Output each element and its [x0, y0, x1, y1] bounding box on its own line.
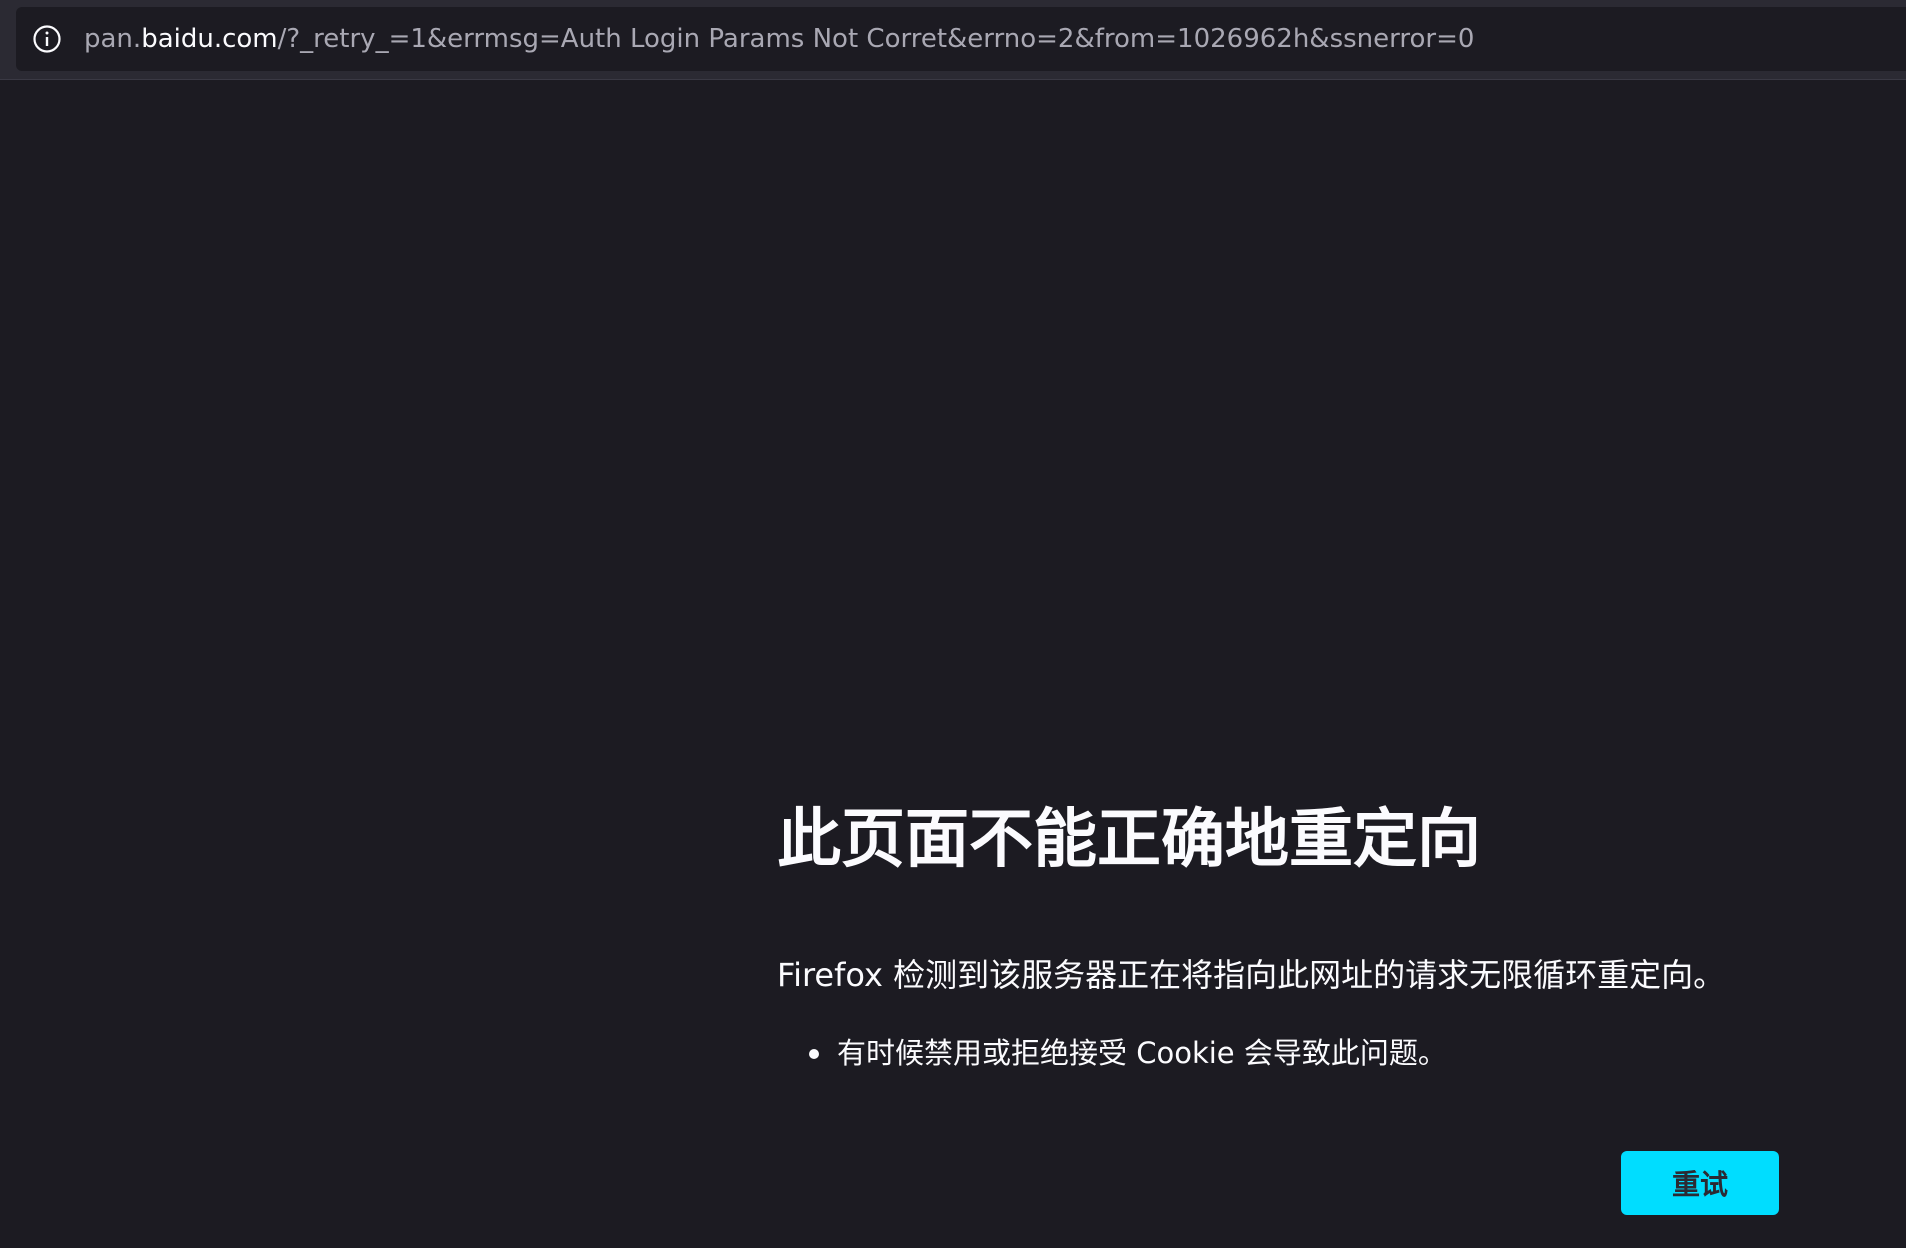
url-prefix: pan. [84, 24, 142, 54]
list-item: 有时候禁用或拒绝接受 Cookie 会导致此问题。 [777, 1028, 1447, 1078]
url-path: /?_retry_=1&errmsg=Auth Login Params Not… [277, 24, 1475, 54]
browser-toolbar: pan.baidu.com/?_retry_=1&errmsg=Auth Log… [0, 0, 1906, 80]
url-text[interactable]: pan.baidu.com/?_retry_=1&errmsg=Auth Log… [84, 7, 1474, 71]
address-bar[interactable]: pan.baidu.com/?_retry_=1&errmsg=Auth Log… [16, 7, 1906, 71]
error-hints-list: 有时候禁用或拒绝接受 Cookie 会导致此问题。 [777, 1028, 1447, 1078]
retry-button[interactable]: 重试 [1621, 1151, 1779, 1215]
hint-text: 有时候禁用或拒绝接受 Cookie 会导致此问题。 [837, 1036, 1447, 1070]
error-title: 此页面不能正确地重定向 [777, 803, 1481, 877]
info-icon[interactable] [32, 24, 62, 54]
bullet-icon [809, 1049, 819, 1059]
error-description: Firefox 检测到该服务器正在将指向此网址的请求无限循环重定向。 [777, 956, 1726, 994]
url-host: baidu.com [141, 24, 278, 54]
error-page-content: 此页面不能正确地重定向 Firefox 检测到该服务器正在将指向此网址的请求无限… [777, 790, 1787, 1070]
